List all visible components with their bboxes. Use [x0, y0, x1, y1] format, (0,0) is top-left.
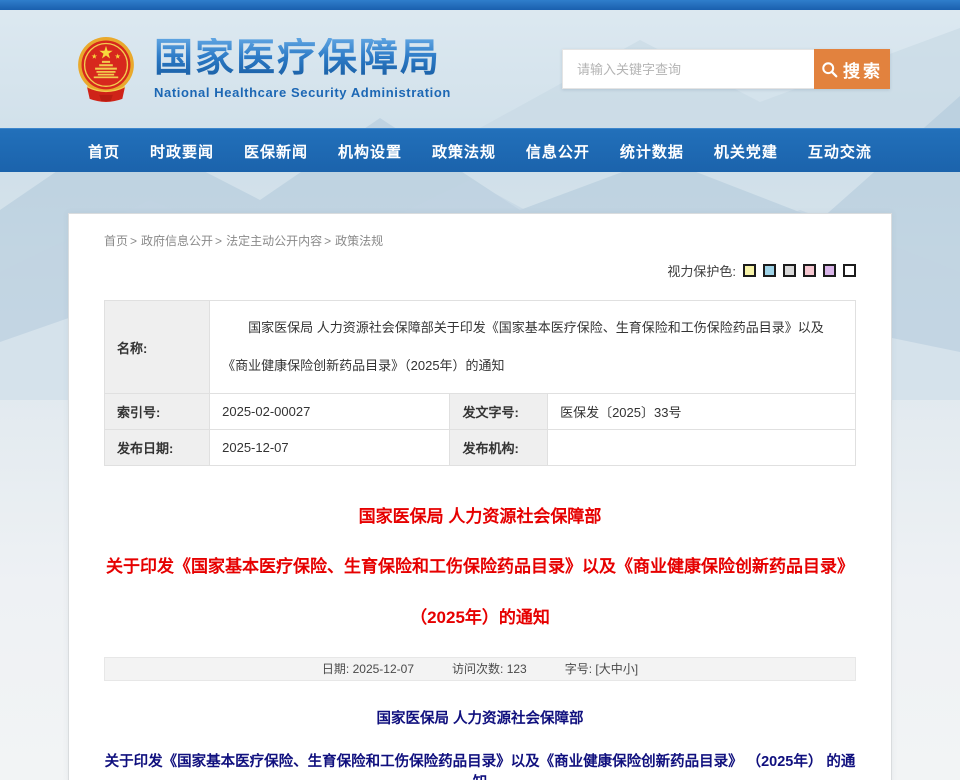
national-emblem-icon — [72, 32, 140, 106]
article-title-line: 关于印发《国家基本医疗保险、生育保险和工伤保险药品目录》以及《商业健康保险创新药… — [104, 556, 856, 577]
article-title-line: （2025年）的通知 — [104, 607, 856, 628]
nav-item[interactable]: 互动交流 — [808, 141, 872, 162]
meta-date: 日期: 2025-12-07 — [322, 660, 414, 677]
nav-item[interactable]: 时政要闻 — [150, 141, 214, 162]
meta-date-value: 2025-12-07 — [353, 662, 414, 676]
table-row: 发布日期: 2025-12-07 发布机构: — [105, 430, 856, 466]
eye-protection-swatch[interactable] — [843, 264, 856, 277]
eye-protection-label: 视力保护色: — [667, 261, 736, 280]
site-title: 国家医疗保障局 — [154, 38, 451, 81]
site-subtitle: National Healthcare Security Administrat… — [154, 85, 451, 100]
pubdate-label: 发布日期: — [105, 430, 210, 466]
article-title-red: 国家医保局 人力资源社会保障部 关于印发《国家基本医疗保险、生育保险和工伤保险药… — [104, 506, 856, 628]
eye-protection-swatch[interactable] — [743, 264, 756, 277]
nav-item[interactable]: 政策法规 — [432, 141, 496, 162]
nav-item[interactable]: 医保新闻 — [244, 141, 308, 162]
table-row: 索引号: 2025-02-00027 发文字号: 医保发〔2025〕33号 — [105, 394, 856, 430]
eye-protection-row: 视力保护色: — [104, 261, 856, 280]
meta-fontsize-label: 字号: — [565, 662, 592, 676]
document-heading: 国家医保局 人力资源社会保障部 关于印发《国家基本医疗保险、生育保险和工伤保险药… — [104, 707, 856, 780]
docnum-value: 医保发〔2025〕33号 — [548, 394, 856, 430]
puborg-value — [548, 430, 856, 466]
index-value: 2025-02-00027 — [210, 394, 450, 430]
name-value: 国家医保局 人力资源社会保障部关于印发《国家基本医疗保险、生育保险和工伤保险药品… — [210, 301, 856, 394]
nav-item[interactable]: 机关党建 — [714, 141, 778, 162]
site-header: 国家医疗保障局 National Healthcare Security Adm… — [0, 10, 960, 128]
breadcrumb-link[interactable]: 首页 — [104, 234, 141, 248]
meta-visits-value: 123 — [507, 662, 527, 676]
search-input[interactable] — [562, 49, 814, 89]
docnum-label: 发文字号: — [450, 394, 548, 430]
nav-list: 首页 时政要闻 医保新闻 机构设置 政策法规 信息公开 统计数据 机关党建 互动交流 — [0, 129, 960, 173]
breadcrumb-link[interactable]: 法定主动公开内容 — [226, 234, 335, 248]
meta-date-label: 日期: — [322, 662, 349, 676]
content-card: 首页政府信息公开法定主动公开内容政策法规 视力保护色: 名称: 国家医保局 人力… — [68, 213, 892, 780]
search-button-label: 搜索 — [843, 57, 883, 82]
top-accent-bar — [0, 0, 960, 10]
nav-item[interactable]: 统计数据 — [620, 141, 684, 162]
document-info-table: 名称: 国家医保局 人力资源社会保障部关于印发《国家基本医疗保险、生育保险和工伤… — [104, 300, 856, 466]
eye-protection-swatch[interactable] — [783, 264, 796, 277]
eye-protection-swatch[interactable] — [763, 264, 776, 277]
meta-visits-label: 访问次数: — [452, 662, 503, 676]
puborg-label: 发布机构: — [450, 430, 548, 466]
site-logo[interactable]: 国家医疗保障局 National Healthcare Security Adm… — [72, 32, 451, 106]
font-size-control[interactable]: [大中小] — [595, 662, 638, 676]
site-title-block: 国家医疗保障局 National Healthcare Security Adm… — [154, 38, 451, 100]
page: 国家医疗保障局 National Healthcare Security Adm… — [0, 0, 960, 780]
breadcrumb-link[interactable]: 政府信息公开 — [141, 234, 226, 248]
article-meta-bar: 日期: 2025-12-07 访问次数: 123 字号: [大中小] — [104, 657, 856, 681]
breadcrumb: 首页政府信息公开法定主动公开内容政策法规 — [104, 214, 856, 249]
eye-protection-swatch[interactable] — [823, 264, 836, 277]
table-row: 名称: 国家医保局 人力资源社会保障部关于印发《国家基本医疗保险、生育保险和工伤… — [105, 301, 856, 394]
eye-protection-swatches — [736, 264, 856, 277]
breadcrumb-link[interactable]: 政策法规 — [335, 234, 389, 248]
pubdate-value: 2025-12-07 — [210, 430, 450, 466]
main-nav: 首页 时政要闻 医保新闻 机构设置 政策法规 信息公开 统计数据 机关党建 互动交流 — [0, 128, 960, 172]
search-icon — [821, 61, 838, 78]
meta-visits: 访问次数: 123 — [452, 660, 527, 677]
nav-item[interactable]: 首页 — [88, 141, 120, 162]
nav-item[interactable]: 信息公开 — [526, 141, 590, 162]
name-label: 名称: — [105, 301, 210, 394]
eye-protection-swatch[interactable] — [803, 264, 816, 277]
search-button[interactable]: 搜索 — [814, 49, 890, 89]
nav-item[interactable]: 机构设置 — [338, 141, 402, 162]
article-title-line: 国家医保局 人力资源社会保障部 — [104, 506, 856, 527]
doc-heading-line: 国家医保局 人力资源社会保障部 — [104, 707, 856, 728]
search-area: 搜索 — [562, 49, 890, 89]
index-label: 索引号: — [105, 394, 210, 430]
doc-heading-line: 关于印发《国家基本医疗保险、生育保险和工伤保险药品目录》以及《商业健康保险创新药… — [104, 750, 856, 780]
meta-fontsize: 字号: [大中小] — [565, 660, 638, 677]
